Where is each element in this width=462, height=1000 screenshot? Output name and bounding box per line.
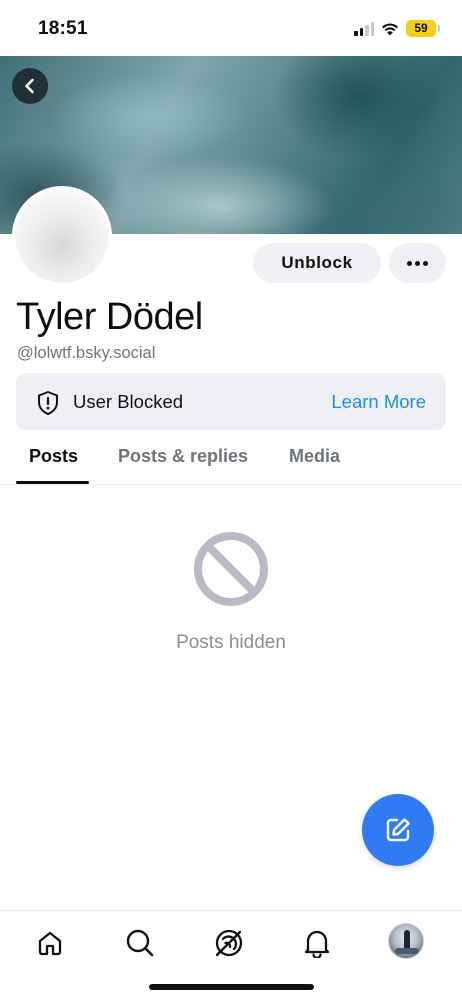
posts-hidden-text: Posts hidden: [176, 632, 286, 653]
nav-notifications[interactable]: [299, 925, 335, 961]
prohibited-icon: [194, 532, 268, 606]
nav-search[interactable]: [122, 925, 158, 961]
shield-alert-icon: [38, 391, 58, 415]
status-time: 18:51: [38, 18, 88, 39]
avatar-image: [15, 189, 109, 283]
battery-indicator: 59: [406, 20, 440, 37]
compose-button[interactable]: [362, 794, 434, 866]
profile-avatar[interactable]: [12, 186, 112, 286]
nav-feeds[interactable]: [211, 925, 247, 961]
tab-posts-and-replies[interactable]: Posts & replies: [118, 446, 248, 467]
bell-icon: [304, 930, 330, 958]
display-name: Tyler Dödel: [16, 296, 203, 338]
status-bar: 18:51 59: [0, 0, 462, 56]
compose-icon: [386, 818, 410, 842]
profile-tabs: Posts Posts & replies Media: [0, 440, 462, 484]
divider: [0, 484, 462, 485]
cellular-signal-icon: [354, 21, 374, 36]
profile-handle: @lolwtf.bsky.social: [17, 344, 156, 362]
ellipsis-icon: [407, 260, 428, 266]
unblock-button[interactable]: Unblock: [253, 243, 381, 283]
chevron-left-icon: [25, 78, 34, 94]
tab-media[interactable]: Media: [289, 446, 340, 467]
nav-profile-avatar[interactable]: [388, 923, 424, 959]
more-options-button[interactable]: [389, 243, 446, 283]
tab-posts[interactable]: Posts: [29, 446, 78, 467]
nav-home[interactable]: [32, 925, 68, 961]
search-icon: [126, 929, 154, 957]
blocked-notice: User Blocked Learn More: [16, 373, 446, 430]
feeds-icon: [215, 929, 243, 957]
blocked-label: User Blocked: [73, 391, 184, 412]
learn-more-link[interactable]: Learn More: [331, 391, 426, 413]
home-icon: [38, 931, 62, 956]
back-button[interactable]: [12, 68, 48, 104]
home-indicator: [149, 984, 314, 990]
wifi-icon: [382, 22, 398, 35]
status-icons: 59: [354, 20, 440, 37]
